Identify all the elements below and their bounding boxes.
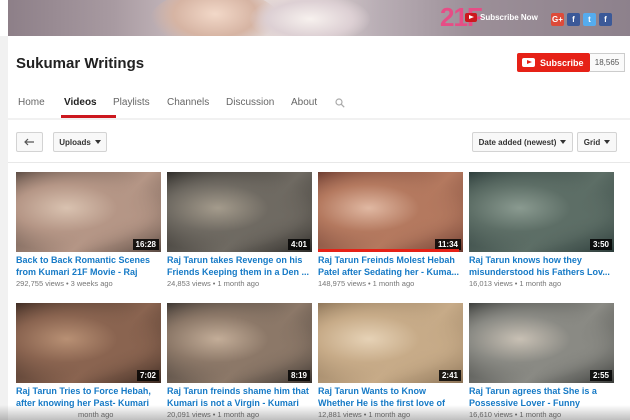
uploads-label: Uploads [59, 137, 91, 147]
tab-discussion[interactable]: Discussion [226, 92, 291, 118]
video-card[interactable]: 4:01 Raj Tarun takes Revenge on his Frien… [167, 172, 312, 288]
chevron-down-icon [604, 140, 611, 144]
view-count: 148,975 views [318, 279, 366, 288]
video-thumbnail[interactable]: 16:28 [16, 172, 161, 252]
google-plus-icon[interactable]: G+ [551, 13, 564, 26]
view-label: Grid [583, 137, 601, 147]
video-card[interactable]: 2:41 Raj Tarun Wants to Know Whether He i… [318, 303, 463, 419]
upload-age: 1 month ago [217, 279, 260, 288]
uploads-dropdown[interactable]: Uploads [53, 132, 107, 152]
view-count: 16,013 views [469, 279, 513, 288]
meta-separator: • [367, 279, 371, 288]
upload-age: 1 month ago [372, 279, 415, 288]
meta-separator: • [65, 279, 69, 288]
video-title-link[interactable]: Raj Tarun Freinds Molest Hebah Patel aft… [318, 255, 463, 278]
video-title-link[interactable]: Raj Tarun takes Revenge on his Friends K… [167, 255, 312, 278]
video-title-link[interactable]: Raj Tarun knows how they misunderstood h… [469, 255, 614, 278]
video-card[interactable]: 8:19 Raj Tarun freinds shame him that Kum… [167, 303, 312, 419]
upload-age: 3 weeks ago [70, 279, 113, 288]
page-bottom-shade [0, 405, 630, 420]
video-thumbnail[interactable]: 3:50 [469, 172, 614, 252]
search-icon[interactable] [335, 98, 345, 108]
video-duration: 7:02 [136, 370, 159, 381]
channel-header: Sukumar Writings Subscribe 18,565 Home V… [8, 36, 630, 118]
tab-label: Discussion [226, 97, 275, 108]
tab-playlists[interactable]: Playlists [113, 92, 167, 118]
tab-channels[interactable]: Channels [167, 92, 226, 118]
video-meta: 292,755 views • 3 weeks ago [16, 279, 161, 288]
sort-dropdown[interactable]: Date added (newest) [472, 132, 573, 152]
channel-banner: 21F Subscribe Now G+ f t f [0, 0, 630, 36]
video-card[interactable]: 16:28 Back to Back Romantic Scenes from K… [16, 172, 161, 288]
tab-label: Playlists [113, 97, 150, 108]
video-thumbnail[interactable]: 4:01 [167, 172, 312, 252]
video-thumbnail[interactable]: 8:19 [167, 303, 312, 383]
video-thumbnail[interactable]: 7:02 [16, 303, 161, 383]
video-card[interactable]: 7:02 Raj Tarun Tries to Force Hebah, afte… [16, 303, 161, 419]
back-arrow-icon [24, 138, 34, 146]
videos-section: Uploads Date added (newest) Grid 16:28 Ba… [8, 120, 630, 420]
chevron-down-icon [560, 140, 567, 144]
tab-about[interactable]: About [291, 92, 331, 118]
tab-label: Channels [167, 97, 210, 108]
video-meta: 24,853 views • 1 month ago [167, 279, 312, 288]
video-duration: 2:55 [589, 370, 612, 381]
facebook-icon[interactable]: f [567, 13, 580, 26]
upload-age: 1 month ago [519, 279, 562, 288]
tab-label: Videos [64, 97, 97, 108]
video-card[interactable]: 11:34 Raj Tarun Freinds Molest Hebah Pate… [318, 172, 463, 288]
subscriber-count: 18,565 [590, 53, 625, 72]
video-thumbnail[interactable]: 2:55 [469, 303, 614, 383]
facebook-icon[interactable]: f [599, 13, 612, 26]
video-thumbnail[interactable]: 11:34 [318, 172, 463, 252]
youtube-icon [522, 58, 535, 67]
subscribe-now-label: Subscribe Now [480, 13, 538, 22]
view-count: 292,755 views [16, 279, 64, 288]
chevron-down-icon [94, 140, 101, 144]
tab-home[interactable]: Home [18, 92, 64, 118]
meta-separator: • [212, 279, 216, 288]
tab-label: Home [18, 97, 45, 108]
youtube-icon [465, 13, 477, 22]
divider [8, 162, 630, 163]
video-card[interactable]: 2:55 Raj Tarun agrees that She is a Posse… [469, 303, 614, 419]
video-card[interactable]: 3:50 Raj Tarun knows how they misundersto… [469, 172, 614, 288]
video-title-link[interactable]: Back to Back Romantic Scenes from Kumari… [16, 255, 161, 278]
view-dropdown[interactable]: Grid [577, 132, 617, 152]
video-duration: 4:01 [287, 239, 310, 250]
banner-subscribe-now-link[interactable]: Subscribe Now [465, 13, 538, 22]
sort-label: Date added (newest) [478, 137, 557, 147]
view-count: 24,853 views [167, 279, 211, 288]
subscribe-label: Subscribe [540, 57, 584, 68]
channel-tabs: Home Videos Playlists Channels Discussio… [8, 92, 331, 118]
video-meta: 16,013 views • 1 month ago [469, 279, 614, 288]
banner-art-secondary [250, 0, 370, 36]
watch-progress-bar [318, 249, 459, 252]
video-thumbnail[interactable]: 2:41 [318, 303, 463, 383]
video-duration: 3:50 [589, 239, 612, 250]
video-duration: 8:19 [287, 370, 310, 381]
tab-videos[interactable]: Videos [61, 92, 116, 118]
subscribe-button[interactable]: Subscribe [517, 53, 590, 72]
twitter-icon[interactable]: t [583, 13, 596, 26]
back-button[interactable] [16, 132, 43, 152]
video-meta: 148,975 views • 1 month ago [318, 279, 463, 288]
video-duration: 2:41 [438, 370, 461, 381]
video-duration: 16:28 [132, 239, 159, 250]
tab-label: About [291, 97, 318, 108]
banner-edge [0, 0, 8, 36]
meta-separator: • [514, 279, 518, 288]
channel-title[interactable]: Sukumar Writings [16, 55, 144, 72]
